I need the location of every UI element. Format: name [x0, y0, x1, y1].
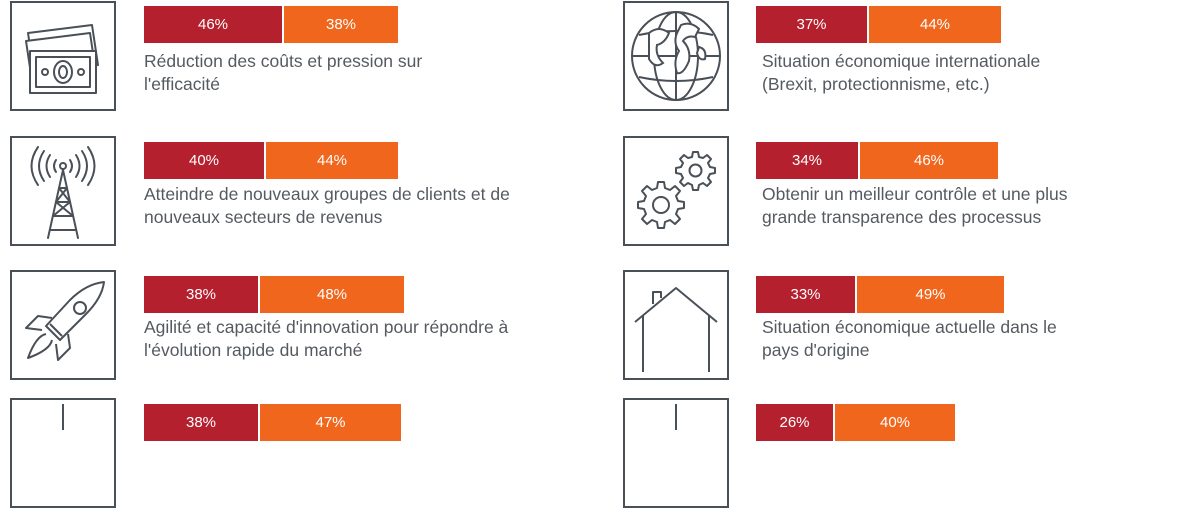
- gears-icon: [623, 136, 729, 246]
- bar-segment-primary: 38%: [144, 276, 258, 313]
- category-label-line: Agilité et capacité d'innovation pour ré…: [144, 317, 509, 337]
- antenna-icon: [10, 136, 116, 246]
- partial-icon: [10, 398, 116, 508]
- bar-segment-secondary: 44%: [266, 142, 398, 179]
- category-label-line: grande transparence des processus: [762, 207, 1042, 227]
- category-label: Agilité et capacité d'innovation pour ré…: [144, 316, 508, 362]
- house-icon: [623, 270, 729, 380]
- category-label-line: l'efficacité: [144, 74, 220, 94]
- category-label: Situation économique actuelle dans le pay…: [762, 316, 1057, 362]
- bar-segment-secondary: 47%: [260, 404, 401, 441]
- bar-segment-primary: 26%: [756, 404, 833, 441]
- category-label-line: Situation économique actuelle dans le: [762, 317, 1057, 337]
- category-label-line: l'évolution rapide du marché: [144, 340, 363, 360]
- category-label: Réduction des coûts et pression sur l'eff…: [144, 50, 422, 96]
- category-label: Obtenir un meilleur contrôle et une plus…: [762, 183, 1067, 229]
- money-icon: [10, 1, 116, 111]
- bar-segment-secondary: 48%: [260, 276, 404, 313]
- category-label: Atteindre de nouveaux groupes de clients…: [144, 183, 510, 229]
- category-label-line: pays d'origine: [762, 340, 870, 360]
- category-label: Situation économique internationale (Brex…: [762, 50, 1040, 96]
- bar-segment-secondary: 46%: [860, 142, 998, 179]
- rocket-icon: [10, 270, 116, 380]
- globe-icon: [623, 1, 729, 111]
- bar-segment-primary: 46%: [144, 6, 282, 43]
- bar-segment-primary: 38%: [144, 404, 258, 441]
- bar-segment-primary: 37%: [756, 6, 867, 43]
- bar-segment-secondary: 38%: [284, 6, 398, 43]
- bar-segment-secondary: 44%: [869, 6, 1001, 43]
- bar-segment-primary: 33%: [756, 276, 855, 313]
- bar-segment-primary: 34%: [756, 142, 858, 179]
- partial-icon: [623, 398, 729, 508]
- bar-segment-secondary: 40%: [835, 404, 955, 441]
- bar-segment-secondary: 49%: [857, 276, 1004, 313]
- category-label-line: Atteindre de nouveaux groupes de clients…: [144, 184, 510, 204]
- category-label-line: nouveaux secteurs de revenus: [144, 207, 383, 227]
- category-label-line: Réduction des coûts et pression sur: [144, 51, 423, 71]
- category-label-line: Situation économique internationale: [762, 51, 1041, 71]
- bar-segment-primary: 40%: [144, 142, 264, 179]
- category-label-line: (Brexit, protectionnisme, etc.): [762, 74, 990, 94]
- category-label-line: Obtenir un meilleur contrôle et une plus: [762, 184, 1068, 204]
